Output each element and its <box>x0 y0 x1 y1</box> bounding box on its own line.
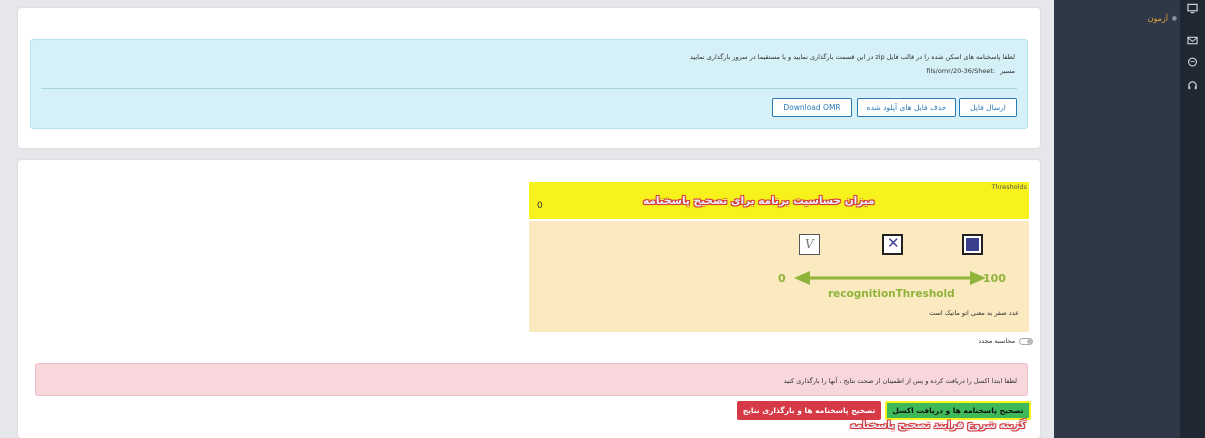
correct-and-upload-results-button[interactable]: تصحیح پاسخنامه ها و بارگذاری نتایج <box>737 401 881 420</box>
upload-path-value: fils/omr/20-36/Sheet: <box>926 67 996 75</box>
bullet-icon: ● <box>1171 15 1177 22</box>
correct-and-download-excel-button[interactable]: تصحیح پاسخنامه ها و دریافت اکسل <box>885 401 1031 420</box>
mail-icon[interactable] <box>1186 34 1199 47</box>
send-file-button[interactable]: ارسال فایل <box>959 98 1017 117</box>
sidebar-item-label: آزمون <box>1147 14 1168 23</box>
recalculate-toggle-row[interactable]: محاسبه مجدد <box>978 337 1033 345</box>
upload-path-label: مسیر <box>1000 67 1015 75</box>
threshold-scale: 0 100 recognitionThreshold <box>776 268 1016 308</box>
download-omr-button[interactable]: Download OMR <box>772 98 852 117</box>
correction-card: Thresholds 0 میزان حساسیت برنامه برای تص… <box>18 160 1040 438</box>
recalculate-label: محاسبه مجدد <box>978 337 1015 345</box>
divider <box>41 88 1017 89</box>
scale-min: 0 <box>778 272 786 285</box>
start-correction-annotation: گزینه شروع فرایند تصحیح پاسخنامه <box>850 420 1026 431</box>
delete-uploaded-files-button[interactable]: حذف فایل های آپلود شده <box>857 98 956 117</box>
chat-icon[interactable] <box>1186 56 1199 69</box>
alert-box: لطفا ابتدا اکسل را دریافت کرده و پس از ا… <box>35 363 1028 396</box>
sidebar-panel: ● آزمون <box>1054 0 1180 438</box>
scale-name: recognitionThreshold <box>828 288 955 300</box>
alert-text: لطفا ابتدا اکسل را دریافت کرده و پس از ا… <box>783 377 1017 385</box>
scale-max: 100 <box>983 272 1006 285</box>
headset-icon[interactable] <box>1186 79 1199 92</box>
upload-card: لطفا پاسخنامه های اسکن شده را در قالب فا… <box>18 8 1040 148</box>
upload-path: fils/omr/20-36/Sheet: مسیر <box>926 67 1015 75</box>
upload-info-box: لطفا پاسخنامه های اسکن شده را در قالب فا… <box>30 39 1028 129</box>
threshold-note: عدد صفر به معنی اتو ماتیک است <box>929 309 1019 317</box>
monitor-icon[interactable] <box>1186 2 1199 15</box>
checkmark-box-icon: V <box>799 234 820 255</box>
upload-instruction: لطفا پاسخنامه های اسکن شده را در قالب فا… <box>689 53 1015 61</box>
sensitivity-annotation: میزان حساسیت برنامه برای تصحیح پاسخنامه <box>643 195 875 207</box>
sidebar-item-exam[interactable]: ● آزمون <box>1147 14 1177 23</box>
thresholds-value: 0 <box>537 201 543 211</box>
recalculate-toggle[interactable] <box>1019 337 1033 345</box>
double-arrow-icon <box>794 271 986 285</box>
thresholds-label: Thresholds <box>991 183 1027 191</box>
cross-box-icon: ✕ <box>882 234 903 255</box>
icon-rail <box>1180 0 1205 438</box>
thresholds-bar[interactable]: Thresholds 0 میزان حساسیت برنامه برای تص… <box>529 182 1029 219</box>
threshold-help-panel: V ✕ 0 100 recognitionThreshold عدد صفر ب… <box>529 221 1029 332</box>
filled-box-icon <box>962 234 983 255</box>
